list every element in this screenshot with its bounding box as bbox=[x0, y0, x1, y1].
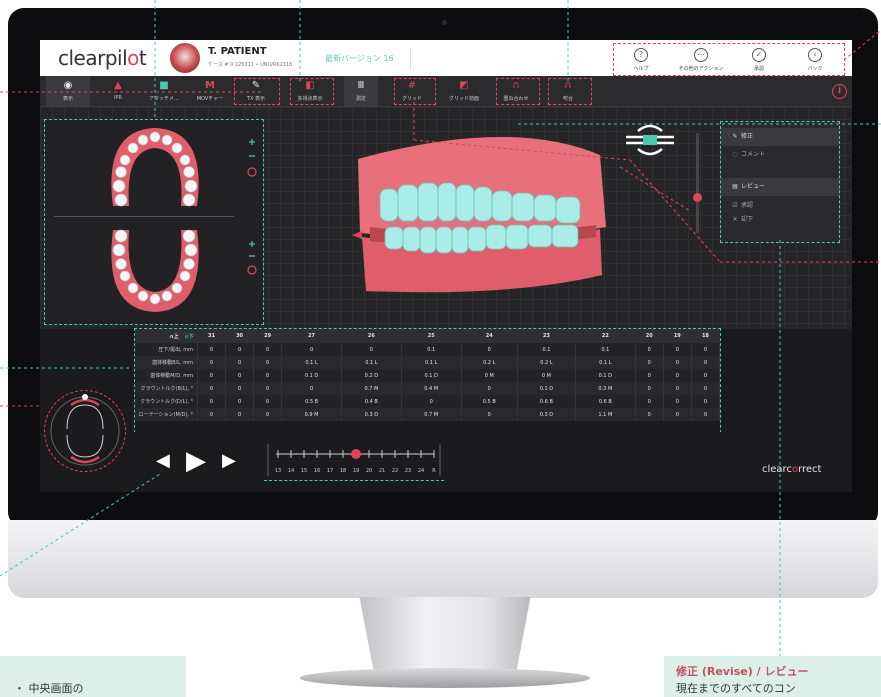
callout-left-text: ・ 中央画面の bbox=[14, 682, 84, 695]
callout-right-text: 現在までのすべてのコン bbox=[676, 682, 796, 695]
callout-right-title: 修正 (Revise) / レビュー bbox=[676, 665, 809, 678]
annotation-lines bbox=[0, 0, 881, 656]
